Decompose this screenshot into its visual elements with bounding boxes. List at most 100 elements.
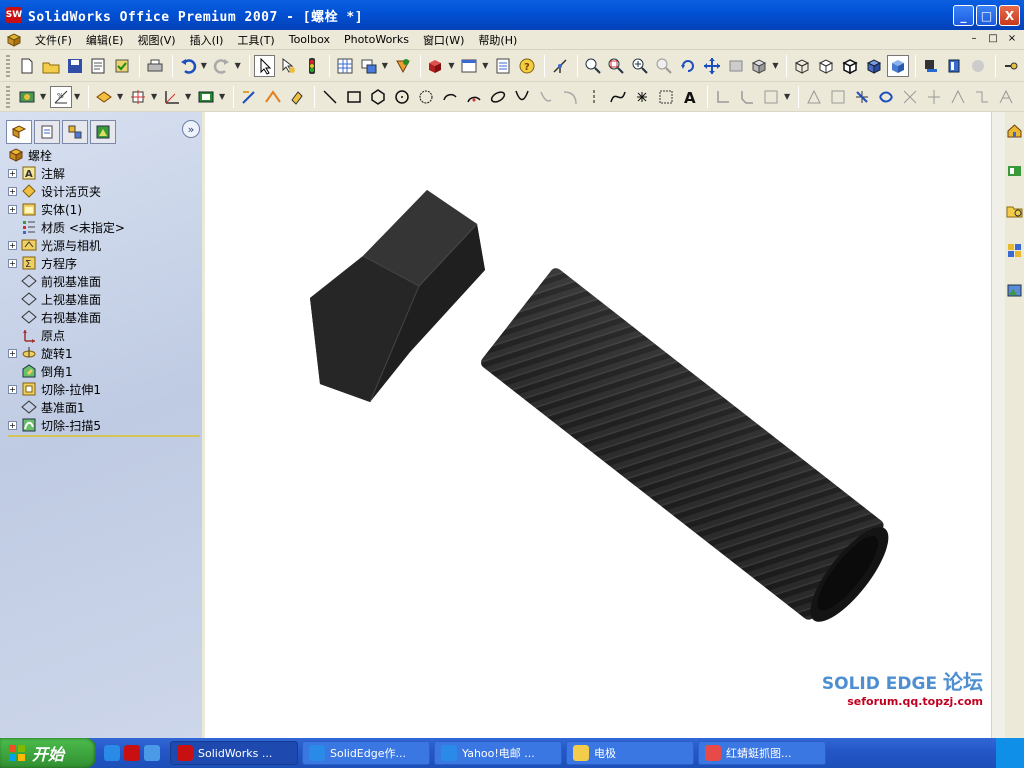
mirror-icon[interactable] bbox=[803, 86, 825, 108]
taskbar-task-button[interactable]: SolidEdge作... bbox=[302, 741, 430, 765]
solidworks-doc-icon[interactable] bbox=[6, 32, 22, 47]
tree-node[interactable]: + 旋转1 bbox=[8, 344, 200, 362]
panel-expand-button[interactable]: » bbox=[182, 120, 200, 138]
file-explorer-icon[interactable] bbox=[1006, 202, 1023, 219]
sketch-icon[interactable] bbox=[16, 86, 38, 108]
sketch-grid-icon[interactable] bbox=[655, 86, 677, 108]
tree-node[interactable]: + A 注解 bbox=[8, 164, 200, 182]
doc-close-button[interactable]: × bbox=[1004, 32, 1020, 46]
menu-photoworks[interactable]: PhotoWorks bbox=[337, 33, 416, 46]
tree-node[interactable]: 基准面1 bbox=[8, 398, 200, 416]
rectangle-icon[interactable] bbox=[343, 86, 365, 108]
plane-dropdown-icon[interactable]: ▼ bbox=[117, 92, 123, 101]
expand-toggle[interactable]: + bbox=[8, 168, 17, 178]
graphics-viewport[interactable]: SOLID EDGE 论坛 seforum.qq.topzj.com bbox=[205, 112, 991, 738]
undo-dropdown-icon[interactable]: ▼ bbox=[201, 61, 207, 70]
dimxpert-tab[interactable] bbox=[90, 120, 116, 144]
tree-node[interactable]: + 切除-拉伸1 bbox=[8, 380, 200, 398]
tree-node[interactable]: 原点 bbox=[8, 326, 200, 344]
offset-dropdown-icon[interactable]: ▼ bbox=[784, 92, 790, 101]
open-icon[interactable] bbox=[40, 55, 62, 77]
rebuild-icon[interactable] bbox=[111, 55, 133, 77]
zoom-fit-icon[interactable] bbox=[582, 55, 604, 77]
menu-file[interactable]: 文件(F) bbox=[28, 32, 79, 48]
wireframe-icon[interactable] bbox=[791, 55, 813, 77]
appearance-icon[interactable] bbox=[425, 55, 447, 77]
axis-icon[interactable] bbox=[549, 55, 571, 77]
parabola-icon[interactable] bbox=[511, 86, 533, 108]
zoom-selection-icon[interactable] bbox=[653, 55, 675, 77]
traffic-light-icon[interactable] bbox=[301, 55, 323, 77]
appearance-scenes-icon[interactable] bbox=[1006, 282, 1023, 299]
tree-node[interactable]: + Σ 方程序 bbox=[8, 254, 200, 272]
toolbar-grip[interactable] bbox=[6, 85, 10, 108]
taskbar-task-button[interactable]: SolidWorks ... bbox=[170, 741, 298, 765]
tree-node[interactable]: + 光源与相机 bbox=[8, 236, 200, 254]
menu-toolbox[interactable]: Toolbox bbox=[282, 33, 337, 46]
tree-node[interactable]: + 设计活页夹 bbox=[8, 182, 200, 200]
display-style-icon[interactable] bbox=[749, 55, 771, 77]
design-library-icon[interactable] bbox=[1006, 162, 1023, 179]
configuration-tab[interactable] bbox=[62, 120, 88, 144]
bolt-model[interactable] bbox=[205, 112, 991, 738]
shaded-icon[interactable] bbox=[886, 54, 909, 77]
zoom-area-icon[interactable] bbox=[606, 55, 628, 77]
feature-tree-tab[interactable] bbox=[6, 120, 32, 144]
jog-icon[interactable] bbox=[971, 86, 993, 108]
tree-node[interactable]: 前视基准面 bbox=[8, 272, 200, 290]
desktop-icon[interactable] bbox=[144, 745, 160, 761]
print-icon[interactable] bbox=[144, 55, 166, 77]
eraser-icon[interactable] bbox=[286, 86, 308, 108]
select-icon[interactable] bbox=[253, 54, 276, 77]
reference-dropdown-icon[interactable]: ▼ bbox=[151, 92, 157, 101]
tree-node[interactable]: 倒角1 bbox=[8, 362, 200, 380]
print-preview-icon[interactable] bbox=[87, 55, 109, 77]
tree-node[interactable]: + 实体(1) bbox=[8, 200, 200, 218]
shaded-edges-icon[interactable] bbox=[863, 55, 885, 77]
dimension-dropdown-icon[interactable]: ▼ bbox=[74, 92, 80, 101]
circle-icon[interactable] bbox=[391, 86, 413, 108]
zoom-in-out-icon[interactable] bbox=[629, 55, 651, 77]
options-dropdown-icon[interactable]: ▼ bbox=[382, 61, 388, 70]
solidworks-app-icon[interactable]: SW bbox=[6, 7, 22, 23]
view-palette-icon[interactable] bbox=[1006, 242, 1023, 259]
hidden-lines-icon[interactable] bbox=[815, 55, 837, 77]
plane-tool-icon[interactable] bbox=[93, 86, 115, 108]
grid-icon[interactable] bbox=[334, 55, 356, 77]
section-icon[interactable] bbox=[967, 55, 989, 77]
menu-window[interactable]: 窗口(W) bbox=[416, 32, 471, 48]
polygon-icon[interactable] bbox=[367, 86, 389, 108]
expand-toggle[interactable]: + bbox=[8, 204, 17, 214]
display-style-dropdown-icon[interactable]: ▼ bbox=[772, 61, 778, 70]
expand-toggle[interactable]: + bbox=[8, 258, 17, 268]
point-icon[interactable] bbox=[631, 86, 653, 108]
viewport-scrollbar[interactable] bbox=[991, 112, 1005, 738]
spline-icon[interactable] bbox=[607, 86, 629, 108]
taskbar-task-button[interactable]: 电极 bbox=[566, 741, 694, 765]
line-icon[interactable] bbox=[319, 86, 341, 108]
tree-node[interactable]: 右视基准面 bbox=[8, 308, 200, 326]
redo-icon[interactable] bbox=[211, 55, 233, 77]
list-icon[interactable] bbox=[492, 55, 514, 77]
property-manager-tab[interactable] bbox=[34, 120, 60, 144]
maximize-button[interactable]: □ bbox=[976, 5, 997, 26]
doc-restore-button[interactable]: □ bbox=[985, 32, 1001, 46]
expand-toggle[interactable]: + bbox=[8, 186, 17, 196]
tree-node[interactable]: 材质 <未指定> bbox=[8, 218, 200, 236]
menu-help[interactable]: 帮助(H) bbox=[471, 32, 524, 48]
tree-node[interactable]: 上视基准面 bbox=[8, 290, 200, 308]
smart-dimension-icon[interactable]: % bbox=[50, 85, 72, 108]
conic-icon[interactable] bbox=[559, 86, 581, 108]
tangent-arc-icon[interactable] bbox=[463, 86, 485, 108]
close-button[interactable]: X bbox=[999, 5, 1020, 26]
menu-view[interactable]: 视图(V) bbox=[130, 32, 182, 48]
doc-minimize-button[interactable]: – bbox=[966, 32, 982, 46]
arc-icon[interactable] bbox=[439, 86, 461, 108]
chamfer-tool-icon[interactable] bbox=[736, 86, 758, 108]
expand-toggle[interactable]: + bbox=[8, 240, 17, 250]
toolbar-more-icon[interactable] bbox=[1000, 55, 1022, 77]
sketch-dropdown-icon[interactable]: ▼ bbox=[40, 92, 46, 101]
reference-icon[interactable] bbox=[127, 86, 149, 108]
ie-icon[interactable] bbox=[104, 745, 120, 761]
view-orientation-icon[interactable] bbox=[458, 55, 480, 77]
